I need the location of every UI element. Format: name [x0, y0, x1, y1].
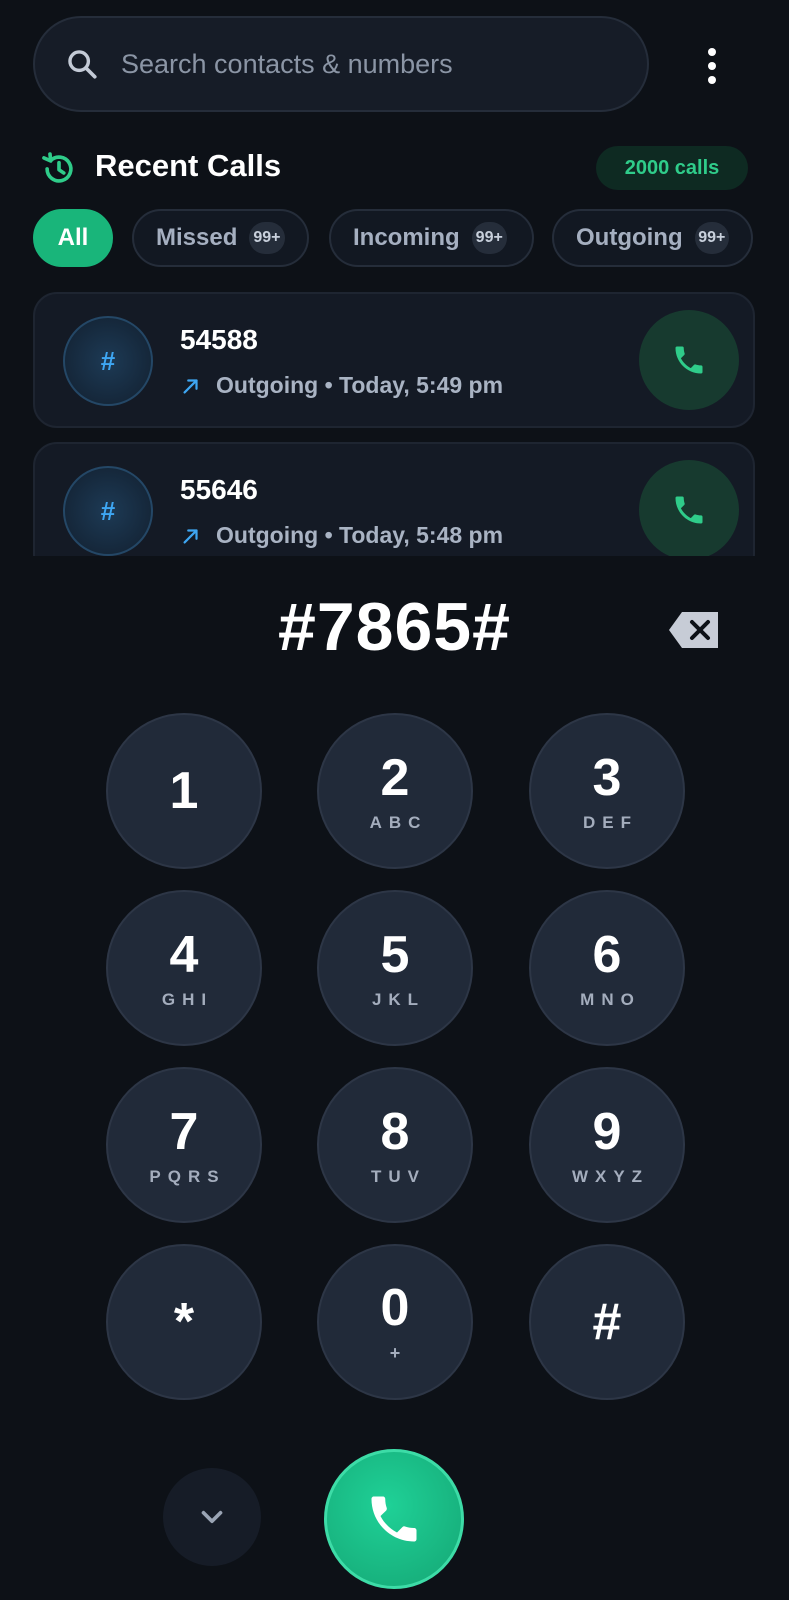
- key-digit: 0: [380, 1279, 410, 1337]
- call-log-item[interactable]: # 54588 Outgoing • Today, 5:49 pm: [33, 292, 755, 428]
- call-back-button[interactable]: [639, 460, 739, 556]
- filter-tab-label: Incoming: [353, 224, 460, 251]
- key-hash[interactable]: #: [529, 1244, 685, 1400]
- phone-icon: [675, 346, 703, 374]
- filter-tab-label: All: [57, 224, 89, 251]
- recent-calls-header: Recent Calls 2000 calls: [40, 140, 750, 196]
- key-7[interactable]: 7 PQRS: [106, 1067, 262, 1223]
- key-digit: 4: [169, 925, 199, 984]
- backspace-icon[interactable]: [668, 610, 720, 650]
- key-0[interactable]: 0 +: [317, 1244, 473, 1400]
- key-letters: DEF: [583, 812, 638, 832]
- key-3[interactable]: 3 DEF: [529, 713, 685, 869]
- key-letters: +: [389, 1343, 401, 1363]
- call-log-list: # 54588 Outgoing • Today, 5:49 pm # 5564…: [33, 292, 757, 556]
- filter-tab-incoming[interactable]: Incoming 99+: [329, 209, 534, 267]
- phone-icon: [371, 1496, 417, 1542]
- page-title: Recent Calls: [95, 148, 282, 183]
- call-direction: Outgoing: [216, 372, 319, 398]
- key-digit: 8: [380, 1102, 410, 1161]
- key-5[interactable]: 5 JKL: [317, 890, 473, 1046]
- separator-dot: •: [318, 372, 340, 398]
- key-digit: 3: [592, 748, 622, 807]
- filter-tab-all[interactable]: All: [33, 209, 113, 267]
- count-badge: 99+: [249, 222, 285, 254]
- call-time: Today, 5:48 pm: [339, 522, 504, 548]
- separator-dot: •: [318, 522, 340, 548]
- key-letters: GHI: [161, 989, 214, 1009]
- collapse-keypad-button[interactable]: [163, 1468, 261, 1566]
- key-letters: WXYZ: [571, 1166, 650, 1186]
- dialer-screen: Recent Calls 2000 calls All Missed 99+ I…: [0, 0, 789, 1600]
- key-digit: #: [592, 1293, 622, 1351]
- calls-count-badge: 2000 calls: [596, 146, 748, 190]
- filter-tab-missed[interactable]: Missed 99+: [132, 209, 309, 267]
- search-bar[interactable]: [33, 16, 649, 112]
- call-button[interactable]: [324, 1449, 464, 1589]
- key-6[interactable]: 6 MNO: [529, 890, 685, 1046]
- call-log-item[interactable]: # 55646 Outgoing • Today, 5:48 pm: [33, 442, 755, 556]
- call-direction: Outgoing: [216, 522, 319, 548]
- key-letters: MNO: [580, 989, 641, 1009]
- filter-tab-label: Missed: [156, 224, 238, 251]
- history-icon: [42, 152, 73, 183]
- call-meta: Outgoing • Today, 5:48 pm: [180, 522, 503, 549]
- key-letters: PQRS: [149, 1166, 226, 1186]
- outgoing-arrow-icon: [183, 378, 198, 394]
- key-digit: 6: [592, 925, 622, 984]
- key-letters: ABC: [369, 812, 428, 832]
- key-digit: *: [173, 1293, 195, 1351]
- chevron-down-icon: [201, 1510, 223, 1524]
- key-digit: 7: [169, 1102, 199, 1161]
- key-4[interactable]: 4 GHI: [106, 890, 262, 1046]
- count-badge: 99+: [694, 222, 729, 254]
- key-star[interactable]: *: [106, 1244, 262, 1400]
- key-digit: 9: [592, 1102, 622, 1161]
- filter-tab-outgoing[interactable]: Outgoing 99+: [552, 209, 753, 267]
- call-number: 55646: [180, 474, 258, 505]
- key-9[interactable]: 9 WXYZ: [529, 1067, 685, 1223]
- key-8[interactable]: 8 TUV: [317, 1067, 473, 1223]
- filter-tabs: All Missed 99+ Incoming 99+ Outgoing 99+: [33, 209, 773, 267]
- key-letters: TUV: [371, 1166, 426, 1186]
- more-options-icon[interactable]: [690, 40, 734, 92]
- avatar: #: [63, 466, 153, 556]
- key-letters: JKL: [371, 989, 426, 1009]
- call-back-button[interactable]: [639, 310, 739, 410]
- search-icon: [68, 50, 97, 79]
- key-2[interactable]: 2 ABC: [317, 713, 473, 869]
- avatar: #: [63, 316, 153, 406]
- search-input[interactable]: [121, 48, 601, 80]
- key-1[interactable]: 1: [106, 713, 262, 869]
- call-time: Today, 5:49 pm: [339, 372, 504, 398]
- filter-tab-label: Outgoing: [576, 224, 683, 251]
- phone-icon: [675, 496, 703, 524]
- key-digit: 2: [380, 748, 410, 807]
- count-badge: 99+: [471, 222, 507, 254]
- outgoing-arrow-icon: [183, 528, 198, 544]
- call-number: 54588: [180, 324, 258, 355]
- key-digit: 1: [169, 762, 199, 820]
- call-meta: Outgoing • Today, 5:49 pm: [180, 372, 503, 399]
- key-digit: 5: [380, 925, 410, 984]
